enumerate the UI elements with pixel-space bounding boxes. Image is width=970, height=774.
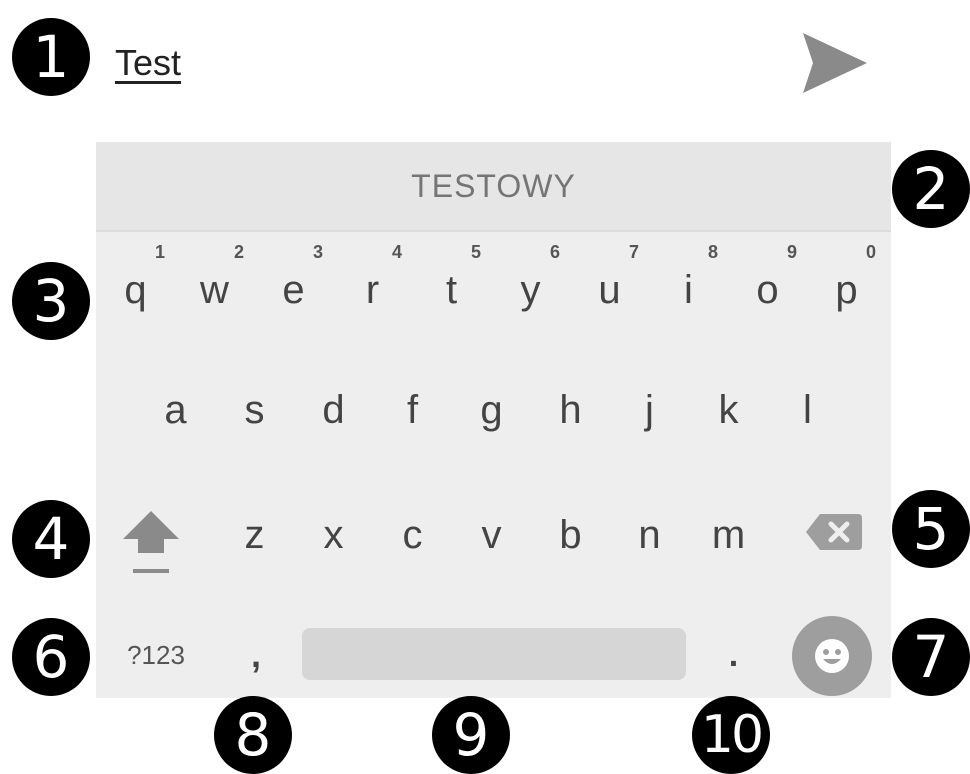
callout-4: 4 xyxy=(12,500,90,578)
callout-5: 5 xyxy=(892,490,970,568)
key-h[interactable]: h xyxy=(531,362,610,458)
emoji-key[interactable] xyxy=(792,616,872,696)
key-z[interactable]: z xyxy=(215,487,294,583)
send-icon[interactable] xyxy=(800,28,870,98)
key-s[interactable]: s xyxy=(215,362,294,458)
suggestion-item[interactable]: TESTOWY xyxy=(411,168,576,205)
callout-3: 3 xyxy=(12,262,90,340)
callout-7: 7 xyxy=(892,618,970,696)
callout-2: 2 xyxy=(892,150,970,228)
key-r[interactable]: r4 xyxy=(333,242,412,338)
keyboard: TESTOWY q1 w2 e3 r4 t5 y6 u7 i8 o9 p0 a … xyxy=(96,142,891,698)
key-b[interactable]: b xyxy=(531,487,610,583)
key-x[interactable]: x xyxy=(294,487,373,583)
key-f[interactable]: f xyxy=(373,362,452,458)
key-c[interactable]: c xyxy=(373,487,452,583)
key-n[interactable]: n xyxy=(610,487,689,583)
period-key[interactable]: . xyxy=(706,612,761,698)
key-y[interactable]: y6 xyxy=(491,242,570,338)
message-input[interactable]: Test xyxy=(115,42,181,84)
callout-6: 6 xyxy=(12,618,90,696)
key-l[interactable]: l xyxy=(768,362,847,458)
key-t[interactable]: t5 xyxy=(412,242,491,338)
symbols-key[interactable]: ?123 xyxy=(96,612,216,698)
key-j[interactable]: j xyxy=(610,362,689,458)
key-g[interactable]: g xyxy=(452,362,531,458)
screen: 1 Test TESTOWY q1 w2 e3 r4 t5 y6 u7 i8 o… xyxy=(0,0,970,774)
key-v[interactable]: v xyxy=(452,487,531,583)
callout-8: 8 xyxy=(214,696,292,774)
emoji-icon xyxy=(815,639,849,673)
key-m[interactable]: m xyxy=(689,487,768,583)
key-p[interactable]: p0 xyxy=(807,242,886,338)
key-a[interactable]: a xyxy=(136,362,215,458)
callout-10: 10 xyxy=(692,696,770,774)
space-key[interactable] xyxy=(302,628,686,680)
comma-key[interactable]: , xyxy=(226,612,286,698)
key-o[interactable]: o9 xyxy=(728,242,807,338)
key-e[interactable]: e3 xyxy=(254,242,333,338)
key-k[interactable]: k xyxy=(689,362,768,458)
shift-icon[interactable] xyxy=(116,497,186,577)
suggestion-bar: TESTOWY xyxy=(96,142,891,232)
key-w[interactable]: w2 xyxy=(175,242,254,338)
callout-9: 9 xyxy=(432,696,510,774)
key-d[interactable]: d xyxy=(294,362,373,458)
backspace-icon[interactable] xyxy=(804,512,864,552)
callout-1: 1 xyxy=(12,18,90,96)
key-q[interactable]: q1 xyxy=(96,242,175,338)
key-u[interactable]: u7 xyxy=(570,242,649,338)
key-i[interactable]: i8 xyxy=(649,242,728,338)
